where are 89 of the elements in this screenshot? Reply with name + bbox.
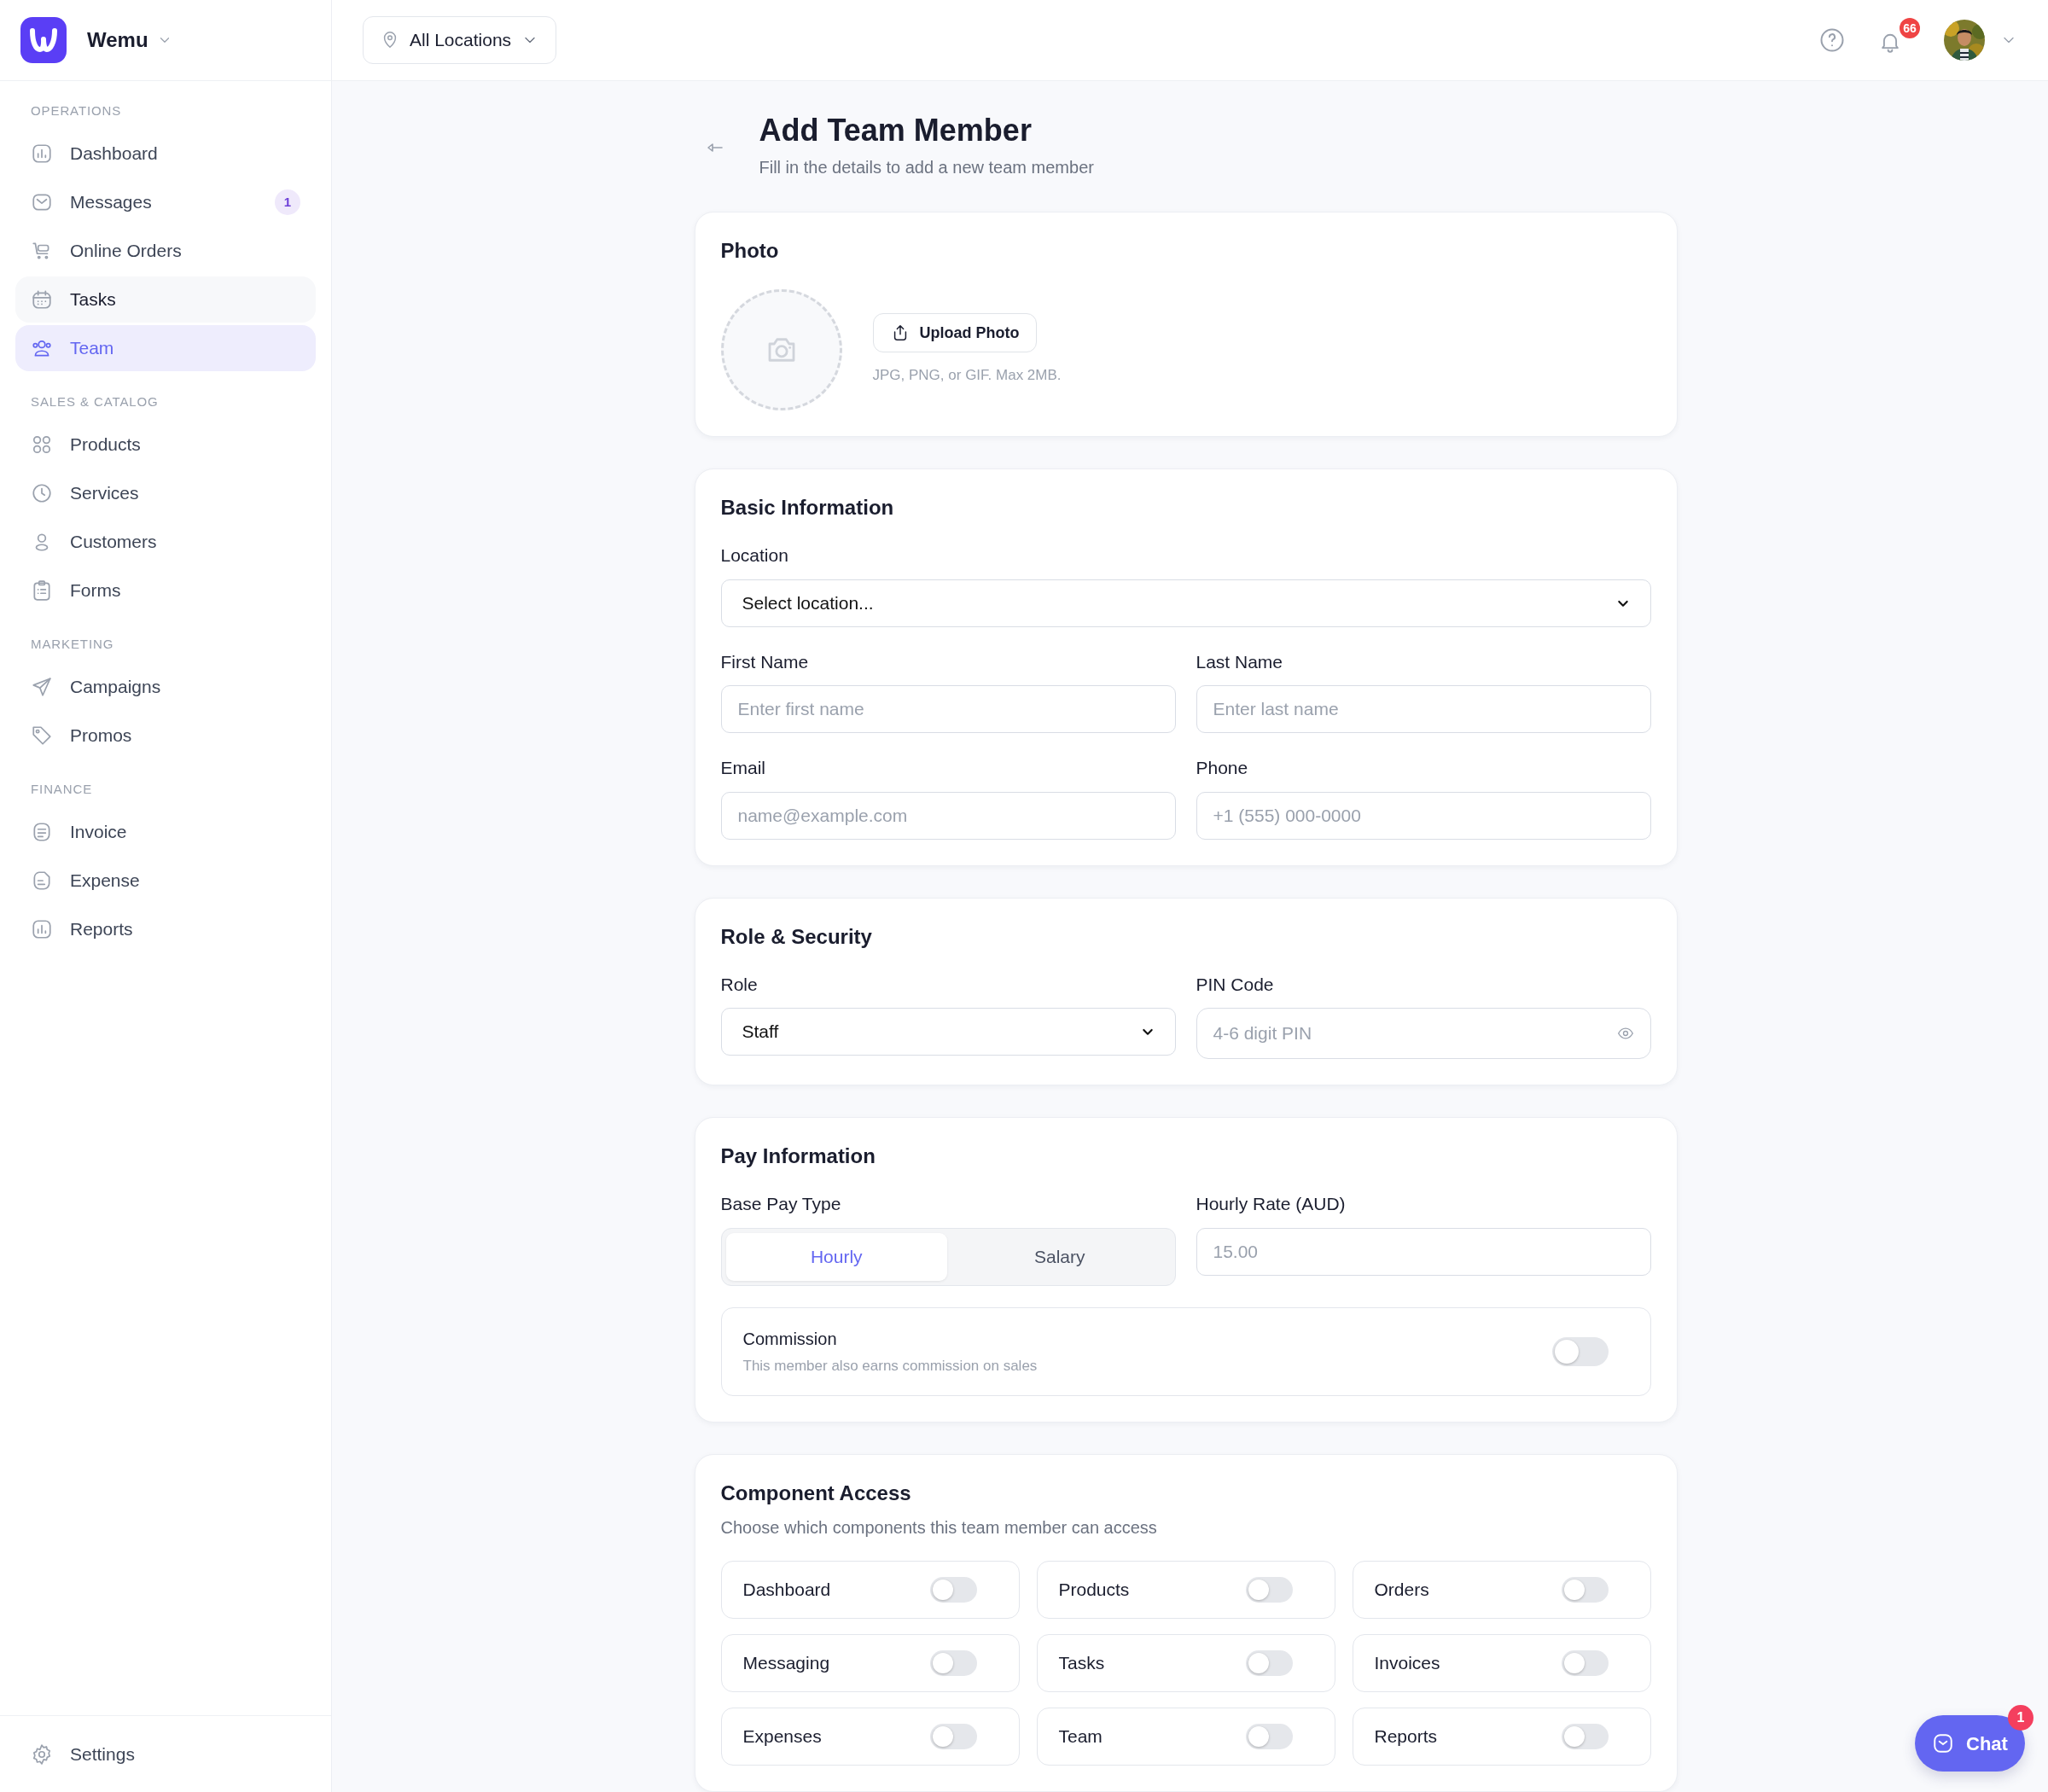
- nav-item[interactable]: Messages 1: [15, 179, 316, 225]
- chat-badge: 1: [2007, 1705, 2033, 1731]
- toggle-switch[interactable]: [1245, 1649, 1293, 1676]
- section-title: Photo: [720, 238, 780, 264]
- text-field[interactable]: +1 (555) 000-0000: [1196, 791, 1651, 840]
- toggle-switch[interactable]: [929, 1576, 977, 1603]
- brand-name[interactable]: Wemu: [87, 25, 148, 55]
- access-label: Tasks: [1058, 1651, 1105, 1674]
- nav-item[interactable]: Dashboard: [15, 131, 316, 177]
- toggle-switch[interactable]: [1245, 1723, 1293, 1749]
- toggle-switch[interactable]: [1561, 1723, 1609, 1749]
- access-label: Products: [1058, 1578, 1130, 1601]
- toggle-switch[interactable]: [1561, 1576, 1609, 1603]
- settings-link[interactable]: Settings: [31, 1740, 135, 1768]
- toggle-switch[interactable]: [1551, 1336, 1609, 1366]
- pay-type-option[interactable]: Salary: [949, 1232, 1171, 1281]
- field-label: Hourly Rate (AUD): [1196, 1193, 1347, 1215]
- field-label: Last Name: [1196, 650, 1284, 673]
- section-title: Role & Security: [720, 923, 873, 950]
- access-label: Team: [1058, 1725, 1103, 1748]
- nav-item[interactable]: Promos: [15, 713, 316, 759]
- section-label: OPERATIONS: [30, 102, 123, 119]
- nav-item[interactable]: Reports: [15, 906, 316, 952]
- clock-icon: [31, 482, 53, 504]
- location-picker[interactable]: All Locations: [363, 16, 557, 64]
- nav-item[interactable]: Forms: [15, 567, 316, 614]
- send-icon: [31, 676, 53, 698]
- role-select[interactable]: Staff: [720, 1008, 1176, 1056]
- page-title: Add Team Member: [759, 112, 1033, 149]
- upload-hint: JPG, PNG, or GIF. Max 2MB.: [872, 366, 1062, 386]
- field-label: First Name: [720, 650, 810, 673]
- pay-type-option[interactable]: Hourly: [725, 1232, 947, 1281]
- text-field[interactable]: Enter first name: [720, 685, 1176, 733]
- nav-item[interactable]: Services: [15, 470, 316, 516]
- upload-photo-button[interactable]: Upload Photo: [872, 313, 1038, 353]
- location-select[interactable]: Select location...: [720, 579, 1651, 627]
- section-title: Component Access: [720, 1480, 912, 1506]
- toggle-switch[interactable]: [1561, 1649, 1609, 1676]
- field-label: PIN Code: [1196, 973, 1275, 996]
- pin-field[interactable]: 4-6 digit PIN: [1196, 1008, 1651, 1059]
- toggle-switch[interactable]: [929, 1723, 977, 1749]
- page-subtitle: Fill in the details to add a new team member: [759, 157, 1094, 178]
- commission-title: Commission: [742, 1328, 838, 1350]
- tag-icon: [31, 724, 53, 747]
- nav-item[interactable]: Products: [15, 422, 316, 468]
- toggle-switch[interactable]: [1245, 1576, 1293, 1603]
- clipboard-icon: [31, 579, 53, 602]
- nav-item[interactable]: Customers: [15, 519, 316, 565]
- count-badge: 1: [275, 189, 300, 215]
- field-label: Email: [720, 757, 766, 779]
- section-title: Pay Information: [720, 1143, 876, 1169]
- toggle-switch[interactable]: [929, 1649, 977, 1676]
- notification-badge: 66: [1900, 18, 1920, 38]
- nav-item[interactable]: Invoice: [15, 809, 316, 855]
- help-icon[interactable]: [1819, 27, 1845, 53]
- text-field[interactable]: name@example.com: [720, 791, 1176, 840]
- access-label: Messaging: [742, 1651, 830, 1674]
- settings-icon: [31, 1743, 53, 1766]
- chart-icon: [31, 918, 53, 940]
- field-label: Phone: [1196, 757, 1249, 779]
- section-label: SALES & CATALOG: [30, 393, 160, 410]
- section-label: FINANCE: [30, 780, 94, 798]
- nav-item[interactable]: Tasks: [15, 276, 316, 323]
- envelope-icon: [31, 191, 53, 213]
- nav-item[interactable]: Team: [15, 325, 316, 371]
- rate-field[interactable]: 15.00: [1196, 1227, 1651, 1276]
- access-label: Expenses: [742, 1725, 822, 1748]
- nav-item[interactable]: Expense: [15, 858, 316, 904]
- nav-item[interactable]: Online Orders: [15, 228, 316, 274]
- calendar-icon: [31, 288, 53, 311]
- document-icon: [31, 870, 53, 892]
- grid-icon: [31, 433, 53, 456]
- section-label: MARKETING: [30, 635, 115, 653]
- field-label: Location: [720, 544, 789, 567]
- section-title: Basic Information: [720, 495, 895, 521]
- commission-description: This member also earns commission on sales: [742, 1356, 1038, 1376]
- nav-item[interactable]: Campaigns: [15, 664, 316, 710]
- access-label: Dashboard: [742, 1578, 831, 1601]
- chart-icon: [31, 143, 53, 165]
- access-label: Reports: [1374, 1725, 1438, 1748]
- text-field[interactable]: Enter last name: [1196, 685, 1651, 733]
- access-label: Invoices: [1374, 1651, 1440, 1674]
- section-subtitle: Choose which components this team member can access: [720, 1516, 1158, 1539]
- logo-icon: [20, 17, 67, 63]
- access-label: Orders: [1374, 1578, 1429, 1601]
- field-label: Base Pay Type: [720, 1193, 842, 1215]
- document-icon: [31, 821, 53, 843]
- envelope-icon: [1932, 1732, 1954, 1754]
- field-label: Role: [720, 973, 759, 996]
